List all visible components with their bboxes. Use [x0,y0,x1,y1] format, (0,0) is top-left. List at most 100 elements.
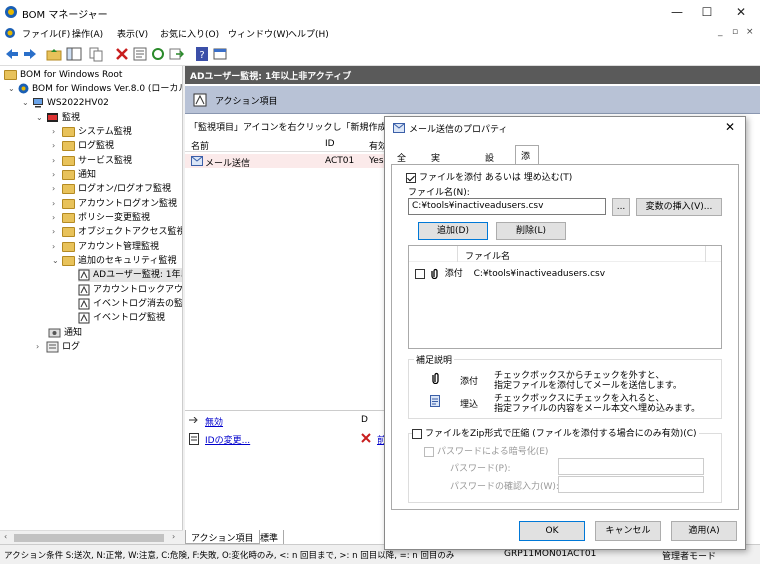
scroll-left-icon[interactable]: ‹ [4,532,7,541]
copy-icon[interactable] [88,46,104,62]
add-button[interactable]: 追加(D) [418,222,488,240]
attach-checkbox-row[interactable]: ファイルを添付 あるいは 埋め込む(T) [406,170,572,183]
password-input[interactable] [558,458,704,475]
tree-item-log[interactable]: › ログ監視 [52,139,114,153]
properties-icon[interactable] [132,46,148,62]
tab-action-items[interactable]: アクション項目 [185,530,260,544]
mdi-minimize-button[interactable]: _ [718,27,723,37]
delete-icon[interactable] [114,46,130,62]
password-checkbox-row[interactable]: パスワードによる暗号化(E) [424,444,548,457]
apply-button[interactable]: 適用(A) [671,521,737,541]
dialog-title: メール送信のプロパティ [409,125,508,135]
chevron-right-icon[interactable]: › [52,182,60,196]
help-icon[interactable]: ? [194,46,210,62]
attach-checkbox[interactable] [406,172,416,183]
tab-attachments[interactable]: 添付/埋め込みファイル [515,145,540,279]
chevron-right-icon[interactable]: › [36,340,44,354]
refresh-icon[interactable] [150,46,166,62]
menu-file[interactable]: ファイル(F) [22,27,70,40]
file-list: ファイル名 添付 C:¥tools¥inactiveadusers.csv [408,245,722,349]
remove-button[interactable]: 削除(L) [496,222,566,240]
tree-item-root[interactable]: BOM for Windows Root [4,68,122,82]
tab-general[interactable]: 全般 [391,147,412,177]
chevron-right-icon[interactable]: › [52,168,60,182]
chevron-right-icon[interactable]: › [52,197,60,211]
column-id[interactable]: ID [325,139,335,149]
password-checkbox[interactable] [424,446,434,457]
insert-variable-button[interactable]: 変数の挿入(V)... [636,198,722,216]
menu-operation[interactable]: 操作(A) [72,27,103,40]
scroll-thumb[interactable] [14,534,164,542]
tree-item-account-lockout[interactable]: アカウントロックアウトの [78,283,182,297]
tree-item-eventlog-clear[interactable]: イベントログ消去の監視 [78,297,182,311]
disable-link[interactable]: 無効 [205,415,223,428]
tab-settings[interactable]: 設定 [479,147,500,177]
tree-item-object-access[interactable]: › オブジェクトアクセス監視 [52,225,182,239]
menu-window[interactable]: ウィンドウ(W) [228,27,289,40]
show-tree-icon[interactable] [66,46,82,62]
maximize-button[interactable]: ☐ [692,3,722,21]
menu-help[interactable]: ヘルプ(H) [288,27,329,40]
forward-arrow-icon[interactable] [22,46,38,62]
chevron-right-icon[interactable]: › [52,125,60,139]
dialog-close-button[interactable]: ✕ [725,120,735,134]
tree-item-system[interactable]: › システム監視 [52,125,132,139]
tree-horizontal-scrollbar[interactable]: ‹ › [0,530,183,544]
table-row[interactable]: メール送信 ACT01 Yes [185,154,400,169]
embed-checkbox[interactable] [415,268,425,279]
cancel-button[interactable]: キャンセル [595,521,661,541]
file-list-column[interactable]: ファイル名 [465,249,510,262]
mdi-close-button[interactable]: × [746,27,754,37]
ok-button[interactable]: OK [519,521,585,541]
tree-item-product[interactable]: ⌄ BOM for Windows Ver.8.0 (ローカル) [8,82,182,96]
password-confirm-input[interactable] [558,476,704,493]
tab-standard[interactable]: 標準 [255,530,285,544]
mdi-restore-button[interactable]: ▫ [732,27,738,37]
chevron-right-icon[interactable]: › [52,154,60,168]
browse-button[interactable]: ... [612,198,630,216]
tree-item-host-notify[interactable]: 通知 [48,326,82,340]
tree-item-notify[interactable]: › 通知 [52,168,96,182]
notes-title: 補足説明 [414,353,455,366]
window-icon[interactable] [212,46,228,62]
tree-item-account-mgmt[interactable]: › アカウント管理監視 [52,240,159,254]
chevron-right-icon[interactable]: › [52,139,60,153]
chevron-down-icon[interactable]: ⌄ [52,254,60,268]
tab-conditions[interactable]: 実行条件 [425,147,446,203]
up-folder-icon[interactable] [46,46,62,62]
chevron-right-icon[interactable]: › [52,240,60,254]
file-list-row[interactable]: 添付 C:¥tools¥inactiveadusers.csv [415,266,605,280]
tree-item-policy[interactable]: › ポリシー変更監視 [52,211,150,225]
change-id-link[interactable]: IDの変更... [205,433,250,446]
tree-item-host-log[interactable]: › ログ [36,340,80,354]
tree-item-host[interactable]: ⌄ WS2022HV02 [22,96,109,110]
computer-icon [33,98,43,108]
zip-checkbox[interactable] [412,428,422,439]
folder-icon [62,169,75,180]
zip-checkbox-row[interactable]: ファイルをZip形式で圧縮 (ファイルを添付する場合にのみ有効)(C) [412,426,699,439]
tree-item-monitor[interactable]: ⌄ 監視 [36,111,80,125]
column-name[interactable]: 名前 [191,139,209,152]
app-menu-icon[interactable] [4,27,16,39]
chevron-down-icon[interactable]: ⌄ [22,96,30,110]
back-arrow-icon[interactable] [4,46,20,62]
tree-item-service[interactable]: › サービス監視 [52,154,132,168]
minimize-button[interactable]: — [662,3,692,21]
menu-view[interactable]: 表示(V) [117,27,148,40]
chevron-down-icon[interactable]: ⌄ [36,111,44,125]
delete-x-icon[interactable] [361,433,371,443]
truncated-link-d[interactable]: D [361,415,368,425]
filename-input[interactable]: C:¥tools¥inactiveadusers.csv [408,198,606,215]
tree-item-logon[interactable]: › ログオン/ログオフ監視 [52,182,171,196]
menu-favorites[interactable]: お気に入り(O) [160,27,219,40]
close-button[interactable]: ✕ [726,3,756,21]
scroll-right-icon[interactable]: › [172,532,175,541]
tree-item-ad-user[interactable]: ADユーザー監視: 1年以上 [78,268,182,283]
tree-item-account-logon[interactable]: › アカウントログオン監視 [52,197,177,211]
tree-item-eventlog[interactable]: イベントログ監視 [78,311,165,325]
chevron-right-icon[interactable]: › [52,225,60,239]
chevron-down-icon[interactable]: ⌄ [8,82,16,96]
tree-item-additional-security[interactable]: ⌄ 追加のセキュリティ監視 [52,254,176,268]
chevron-right-icon[interactable]: › [52,211,60,225]
export-icon[interactable] [168,46,184,62]
